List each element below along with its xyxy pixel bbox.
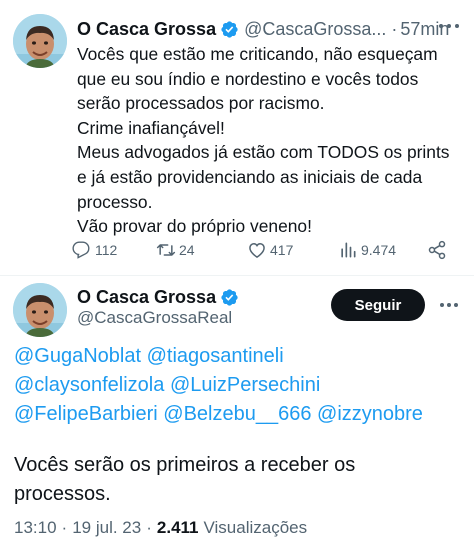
share-icon (428, 240, 446, 260)
mention-link[interactable]: @izzynobre (317, 403, 423, 425)
avatar[interactable] (13, 14, 67, 68)
mention-line: @FelipeBarbieri @Belzebu__666 @izzynobre (14, 400, 423, 429)
views-chart-icon (341, 242, 356, 258)
mention-list: @GugaNoblat @tiagosantineli @claysonfeli… (14, 342, 423, 429)
tweet-actions: 112 24 417 9.474 (72, 238, 452, 262)
tweet-meta: 13:10 · 19 jul. 23 · 2.411 Visualizações (14, 518, 307, 538)
mention-link[interactable]: @Belzebu__666 (163, 403, 311, 425)
tweet-text-line: Meus advogados já estão com TODOS os pri… (77, 142, 450, 163)
separator-dot: · (146, 518, 152, 537)
avatar[interactable] (13, 283, 67, 337)
avatar-image (13, 14, 67, 68)
separator-dot: · (61, 518, 68, 537)
like-button[interactable]: 417 (247, 238, 293, 262)
tweet-text-line: serão processados por racismo. (77, 93, 325, 114)
tweet-text-line: Vocês que estão me criticando, não esque… (77, 44, 438, 64)
mention-line: @GugaNoblat @tiagosantineli (14, 342, 423, 371)
author-name[interactable]: O Casca Grossa (77, 287, 216, 308)
reply-button[interactable]: 112 (72, 238, 117, 262)
mention-link[interactable]: @claysonfelizola (14, 374, 164, 396)
mention-line: @claysonfelizola @LuizPersechini (14, 371, 423, 400)
heart-icon (249, 242, 265, 258)
reply-icon (72, 241, 90, 259)
reply-text-line: processos. (14, 483, 111, 505)
tweet-text-line: e já estão providenciando as iniciais de… (77, 166, 423, 187)
retweet-icon (156, 244, 176, 256)
views-label: Visualizações (203, 518, 308, 537)
mention-link[interactable]: @FelipeBarbieri (14, 403, 158, 425)
views-count: 2.411 (156, 518, 199, 537)
mention-link[interactable]: @GugaNoblat (14, 345, 141, 367)
avatar-image (13, 283, 67, 337)
author-handle[interactable]: @CascaGrossa... (244, 19, 386, 40)
retweet-button[interactable]: 24 (156, 238, 195, 262)
reply-text-line: Vocês serão os primeiros a receber os (14, 454, 356, 476)
more-options-icon[interactable] (435, 291, 463, 319)
separator-dot: · (391, 18, 398, 39)
tweet-text-line: processo. (77, 191, 153, 212)
tweet-divider (0, 275, 474, 276)
tweet-text-line: que eu sou índio e nordestino e vocês to… (77, 68, 419, 89)
author-handle[interactable]: @CascaGrossaReal (77, 308, 232, 328)
verified-badge-icon (221, 288, 238, 306)
reply-count: 112 (95, 242, 118, 258)
tweet-text-line: Crime inafiançável! (77, 117, 225, 138)
tweet-text-line: Vão provar do próprio veneno! (77, 216, 312, 237)
reply-text: Vocês serão os primeiros a receber os pr… (14, 451, 355, 509)
mention-link[interactable]: @tiagosantineli (147, 345, 284, 367)
tweet-text: Vocês que estão me criticando, não esque… (77, 42, 469, 239)
author-name[interactable]: O Casca Grossa (77, 19, 216, 40)
like-count: 417 (270, 242, 294, 258)
follow-button[interactable]: Seguir (331, 289, 425, 321)
post-date[interactable]: 19 jul. 23 (72, 518, 141, 538)
retweet-count: 24 (179, 242, 195, 258)
verified-badge-icon (221, 20, 238, 38)
reply-author-header: O Casca Grossa (77, 285, 239, 309)
share-button[interactable] (427, 238, 447, 262)
views-count: 9.474 (361, 242, 397, 258)
post-time[interactable]: 13:10 (14, 518, 57, 538)
mention-link[interactable]: @LuizPersechini (170, 374, 320, 396)
views-button[interactable]: 9.474 (338, 238, 396, 262)
tweet-header: O Casca Grossa @CascaGrossa... · 57min (77, 17, 449, 41)
more-options-icon[interactable] (435, 14, 463, 38)
tweet-original[interactable]: O Casca Grossa @CascaGrossa... · 57min V… (0, 0, 474, 276)
